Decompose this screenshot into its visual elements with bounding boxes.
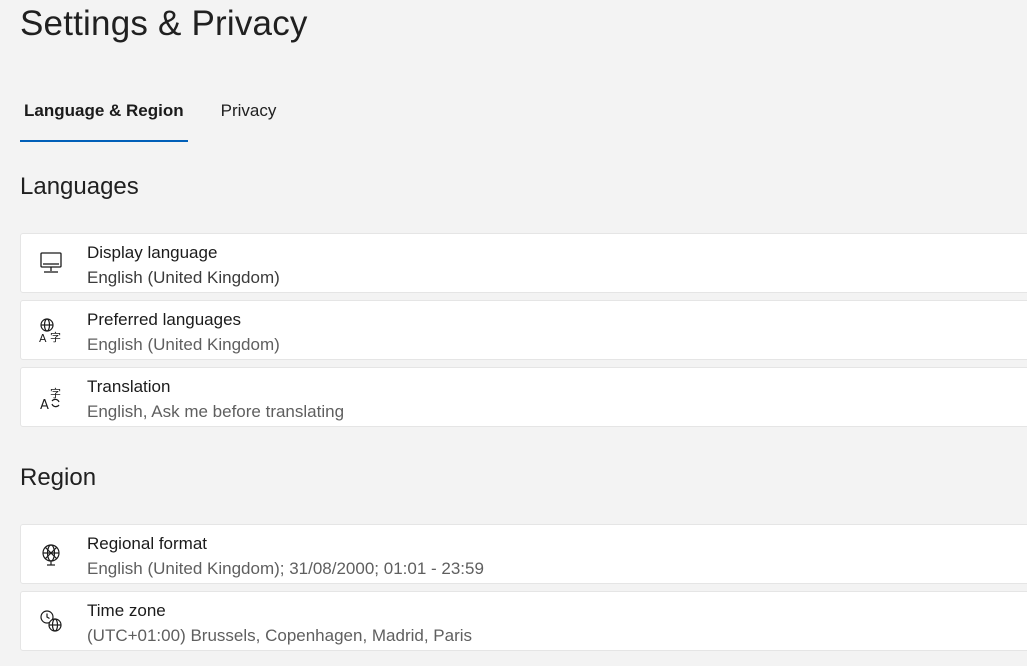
regional-format-row[interactable]: Regional format English (United Kingdom)… (20, 524, 1027, 584)
page-title: Settings & Privacy (20, 4, 308, 43)
regional-format-value: English (United Kingdom); 31/08/2000; 01… (87, 559, 484, 578)
display-language-row[interactable]: Display language English (United Kingdom… (20, 233, 1027, 293)
time-zone-title: Time zone (87, 601, 166, 620)
region-heading: Region (20, 464, 97, 491)
svg-text:字: 字 (50, 330, 61, 344)
translation-value: English, Ask me before translating (87, 402, 345, 421)
preferred-languages-value: English (United Kingdom) (87, 335, 280, 354)
time-zone-value: (UTC+01:00) Brussels, Copenhagen, Madrid… (87, 626, 473, 645)
svg-text:字: 字 (50, 386, 61, 400)
preferred-languages-row[interactable]: A 字 Preferred languages English (United … (20, 300, 1027, 360)
preferred-languages-title: Preferred languages (87, 310, 242, 329)
tab-privacy[interactable]: Privacy (217, 90, 281, 132)
translation-title: Translation (87, 377, 171, 396)
display-language-title: Display language (87, 243, 218, 262)
svg-text:A: A (40, 398, 49, 412)
tab-language-region[interactable]: Language & Region (20, 90, 188, 142)
translation-row[interactable]: A 字 Translation English, Ask me before t… (20, 367, 1027, 427)
regional-format-title: Regional format (87, 534, 208, 553)
languages-heading: Languages (20, 173, 139, 200)
display-language-value: English (United Kingdom) (87, 268, 280, 287)
settings-page: Settings & Privacy Language & Region Pri… (0, 0, 1027, 666)
globe-format-icon (36, 539, 66, 569)
svg-text:A: A (39, 332, 47, 345)
tab-bar: Language & Region Privacy (20, 90, 309, 142)
language-globe-icon: A 字 (36, 315, 66, 345)
time-zone-row[interactable]: Time zone (UTC+01:00) Brussels, Copenhag… (20, 591, 1027, 651)
clock-globe-icon (36, 606, 66, 636)
translate-icon: A 字 (36, 382, 66, 413)
monitor-icon (36, 248, 66, 278)
